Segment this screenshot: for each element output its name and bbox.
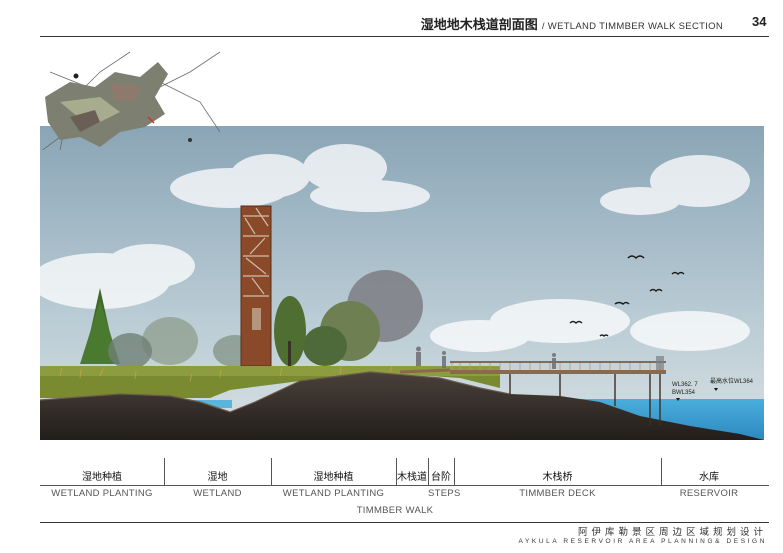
zone-cn: 水库 <box>699 472 719 483</box>
zone-en: TIMMBER DECK <box>519 488 596 499</box>
zone-en: STEPS <box>428 488 461 499</box>
section-svg: WL362. 7 BWL354 最高水位WL364 <box>40 126 764 440</box>
footer-divider <box>40 522 769 523</box>
wl-label: WL362. 7 <box>672 382 698 388</box>
zone-wetland-planting-2: 湿地种植 WETLAND PLANTING <box>271 458 396 504</box>
location-key-map <box>39 42 221 153</box>
zone-en: WETLAND PLANTING <box>282 488 385 499</box>
page-number: 34 <box>752 14 767 29</box>
footer-project-en: AYKULA RESERVOIR AREA PLANNING& DESIGN <box>518 538 767 545</box>
title-en: / WETLAND TIMMBER WALK SECTION <box>541 21 723 32</box>
zone-timber-deck: 木栈桥 TIMMBER DECK <box>454 458 661 504</box>
zone-en: RESERVOIR <box>679 488 739 499</box>
zone-cn: 木栈道 <box>397 472 427 483</box>
zone-timber-walk: 木栈道 <box>396 458 428 504</box>
zone-cn: 湿地种植 <box>82 472 122 483</box>
key-map-svg <box>39 51 221 153</box>
zone-cn: 木栈桥 <box>542 472 573 483</box>
zone-reservoir: 水库 RESERVOIR <box>661 458 757 504</box>
zone-cn: 湿地 <box>207 472 228 483</box>
zone-cn: 湿地种植 <box>313 472 354 483</box>
section-illustration: WL362. 7 BWL354 最高水位WL364 <box>40 126 764 440</box>
zone-steps: 台阶 STEPS <box>428 458 461 504</box>
zone-divider <box>40 485 769 486</box>
timber-walk-label: TIMMBER WALK <box>356 505 434 516</box>
max-wl-label: 最高水位WL364 <box>710 377 754 385</box>
title-cn: 湿地地木栈道剖面图 <box>420 18 538 33</box>
bwl-label: BWL354 <box>672 390 696 396</box>
zone-legend: 湿地种植 WETLAND PLANTING 湿地 WETLAND 湿地种植 WE… <box>40 458 769 504</box>
zone-wetland-planting-1: 湿地种植 WETLAND PLANTING <box>40 458 164 504</box>
header-divider <box>40 36 769 37</box>
page-title: 湿地地木栈道剖面图 / WETLAND TIMMBER WALK SECTION <box>421 14 723 33</box>
zone-en: WETLAND PLANTING <box>51 488 153 499</box>
zone-cn: 台阶 <box>431 472 451 483</box>
zone-wetland: 湿地 WETLAND <box>164 458 271 504</box>
footer-project-cn: 阿伊库勒景区周边区域规划设计 <box>577 527 767 538</box>
observation-tower <box>240 205 272 367</box>
zone-en: WETLAND <box>193 488 242 499</box>
